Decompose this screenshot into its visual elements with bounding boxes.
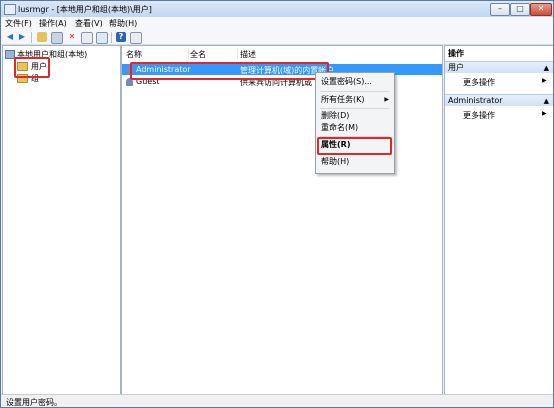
- properties-highlight-box: [317, 137, 392, 155]
- submenu-arrow-icon: ▶: [542, 77, 547, 84]
- show-hide-tree-icon[interactable]: [51, 32, 63, 44]
- export-icon[interactable]: [96, 32, 108, 44]
- toolbar-separator: [111, 32, 112, 43]
- menu-view[interactable]: 查看(V): [75, 18, 103, 29]
- menu-item-all-tasks[interactable]: 所有任务(K) ▶: [321, 95, 391, 105]
- collapse-arrow-icon[interactable]: ▲: [544, 95, 549, 107]
- menu-help[interactable]: 帮助(H): [109, 18, 137, 29]
- section-title: 用户: [448, 63, 464, 72]
- collapse-arrow-icon[interactable]: ▲: [544, 62, 549, 74]
- menu-bar: 文件(F) 操作(A) 查看(V) 帮助(H): [1, 17, 553, 30]
- minimize-button[interactable]: –: [490, 3, 510, 16]
- view-icon[interactable]: [130, 32, 142, 44]
- forward-icon[interactable]: ▶: [17, 32, 27, 42]
- column-header-name[interactable]: 名称: [126, 49, 142, 60]
- close-button[interactable]: ✕: [530, 3, 552, 16]
- menu-item-set-password[interactable]: 设置密码(S)...: [321, 77, 391, 87]
- menu-item-rename[interactable]: 重命名(M): [321, 123, 391, 133]
- more-actions-link[interactable]: 更多操作: [463, 110, 495, 121]
- actions-pane: 操作 用户 ▲ 更多操作 ▶ Administrator ▲ 更多操作 ▶: [444, 45, 553, 395]
- actions-section-administrator[interactable]: Administrator ▲: [445, 94, 553, 106]
- app-icon: [4, 4, 16, 15]
- menu-file[interactable]: 文件(F): [5, 18, 32, 29]
- help-icon[interactable]: ?: [116, 32, 126, 42]
- window-title: lusrmgr - [本地用户和组(本地)\用户]: [18, 5, 152, 14]
- back-icon[interactable]: ◀: [5, 32, 15, 42]
- toolbar: ◀ ▶ ✕ ?: [1, 30, 553, 45]
- status-text: 设置用户密码。: [6, 398, 62, 407]
- menu-separator: [320, 108, 389, 109]
- column-divider: [237, 48, 238, 59]
- title-bar[interactable]: lusrmgr - [本地用户和组(本地)\用户] – □ ✕: [1, 1, 553, 18]
- maximize-button[interactable]: □: [510, 3, 530, 16]
- up-folder-icon[interactable]: [37, 32, 47, 42]
- more-actions-link[interactable]: 更多操作: [463, 77, 495, 88]
- column-header-description[interactable]: 描述: [240, 49, 256, 60]
- delete-icon[interactable]: ✕: [67, 32, 77, 42]
- submenu-arrow-icon: ▶: [384, 96, 389, 103]
- actions-section-users[interactable]: 用户 ▲: [445, 61, 553, 73]
- administrator-highlight-box: [130, 62, 329, 80]
- lusrmgr-window: lusrmgr - [本地用户和组(本地)\用户] – □ ✕ 文件(F) 操作…: [0, 0, 554, 408]
- submenu-arrow-icon: ▶: [542, 110, 547, 117]
- toolbar-separator: [31, 32, 32, 43]
- menu-action[interactable]: 操作(A): [39, 18, 67, 29]
- menu-separator: [320, 91, 389, 92]
- users-highlight-box: [14, 57, 50, 78]
- menu-item-help[interactable]: 帮助(H): [321, 157, 391, 167]
- properties-icon[interactable]: [81, 32, 93, 44]
- console-tree: 本地用户和组(本地) 用户 组: [2, 45, 121, 395]
- actions-header: 操作: [448, 49, 464, 58]
- column-divider: [188, 48, 189, 59]
- menu-item-delete[interactable]: 删除(D): [321, 111, 391, 121]
- section-title: Administrator: [448, 96, 503, 105]
- context-menu: 设置密码(S)... 所有任务(K) ▶ 删除(D) 重命名(M) 属性(R) 帮…: [315, 72, 395, 174]
- status-bar: 设置用户密码。: [1, 394, 553, 407]
- column-header-fullname[interactable]: 全名: [190, 49, 206, 60]
